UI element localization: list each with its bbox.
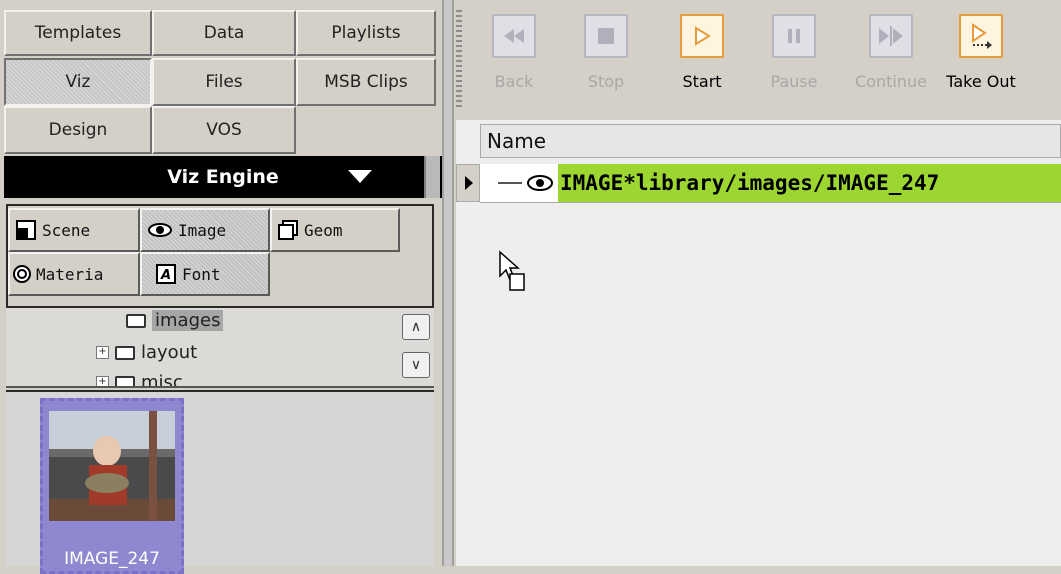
scroll-down-button[interactable]: ∨ <box>402 352 430 378</box>
table-row[interactable]: IMAGE*library/images/IMAGE_247 <box>480 164 1061 203</box>
svg-text:A: A <box>160 268 171 283</box>
row-selector-arrow-icon[interactable] <box>456 164 480 202</box>
tab-label: MSB Clips <box>324 72 408 92</box>
thumbnail-label: IMAGE_247 <box>64 549 160 569</box>
playout-toolbar: Back Stop Start Pause Continue Take Out <box>456 0 1061 120</box>
column-header-name[interactable]: Name <box>480 124 1061 158</box>
folder-icon <box>126 313 146 328</box>
tab-msb-clips[interactable]: MSB Clips <box>296 58 436 106</box>
chevron-up-icon: ∧ <box>410 319 422 335</box>
tab-label: Templates <box>34 23 122 43</box>
tab-files[interactable]: Files <box>152 58 296 106</box>
tab-templates[interactable]: Templates <box>4 10 152 56</box>
photo-graphic <box>49 411 175 521</box>
subtab-font[interactable]: A Font <box>140 252 270 296</box>
subtab-material[interactable]: Materia <box>8 252 140 296</box>
expand-icon[interactable]: + <box>96 376 109 386</box>
tab-playlists[interactable]: Playlists <box>296 10 436 56</box>
back-button[interactable]: Back <box>482 14 546 91</box>
folder-icon <box>115 345 135 360</box>
stop-icon <box>584 14 628 58</box>
row-name-cell: IMAGE*library/images/IMAGE_247 <box>560 171 940 195</box>
expand-icon[interactable]: + <box>96 346 109 359</box>
tab-design[interactable]: Design <box>4 106 152 154</box>
eye-icon <box>527 175 553 191</box>
geom-icon <box>278 220 298 240</box>
scroll-up-button[interactable]: ∧ <box>402 314 430 340</box>
start-label: Start <box>682 72 722 91</box>
take-out-icon <box>959 14 1003 58</box>
stop-label: Stop <box>587 72 625 91</box>
tree-item-layout[interactable]: + layout <box>96 342 197 363</box>
resource-subtabs: Scene Image Geom Materia A Font <box>6 204 434 308</box>
toolbar-grip[interactable] <box>456 10 462 110</box>
dropdown-arrow-icon <box>348 170 372 183</box>
tab-label: VOS <box>206 120 242 140</box>
start-button[interactable]: Start <box>670 14 734 91</box>
tab-label: Playlists <box>331 23 401 43</box>
subtab-geom[interactable]: Geom <box>270 208 400 252</box>
tab-label: Files <box>205 72 243 92</box>
tab-label: Design <box>48 120 108 140</box>
column-header-label: Name <box>487 129 547 153</box>
engine-selector[interactable]: Viz Engine <box>4 156 442 198</box>
pause-icon <box>772 14 816 58</box>
engine-scroll-knob <box>424 156 440 198</box>
tree-item-label: images <box>152 310 224 331</box>
continue-icon <box>869 14 913 58</box>
tab-vos[interactable]: VOS <box>152 106 296 154</box>
engine-label: Viz Engine <box>167 166 279 188</box>
subtab-label: Geom <box>304 220 343 240</box>
tab-label: Data <box>203 23 245 43</box>
subtab-label: Scene <box>42 220 91 240</box>
tree-item-misc[interactable]: + misc <box>96 372 183 388</box>
playlist-table: Name IMAGE*library/images/IMAGE_247 <box>456 120 1061 566</box>
thumbnail-image <box>49 411 175 521</box>
rewind-icon <box>492 14 536 58</box>
pause-label: Pause <box>770 72 818 91</box>
tab-data[interactable]: Data <box>152 10 296 56</box>
subtab-image[interactable]: Image <box>140 208 270 252</box>
folder-tree: images + layout + misc ∧ ∨ <box>6 308 434 388</box>
take-out-button[interactable]: Take Out <box>938 14 1024 91</box>
take-out-label: Take Out <box>946 72 1016 91</box>
subtab-label: Image <box>178 220 227 240</box>
eye-icon <box>148 223 172 237</box>
panel-splitter[interactable] <box>442 0 454 566</box>
continue-button[interactable]: Continue <box>848 14 934 91</box>
material-icon <box>13 265 31 283</box>
tree-item-label: misc <box>141 372 183 388</box>
drag-cursor-icon <box>499 250 525 291</box>
tree-item-label: layout <box>141 342 198 363</box>
tree-item-images[interactable]: images <box>126 310 224 331</box>
tree-connector-line <box>498 182 522 184</box>
chevron-down-icon: ∨ <box>410 357 422 373</box>
back-label: Back <box>494 72 534 91</box>
subtab-label: Font <box>182 264 221 284</box>
subtab-scene[interactable]: Scene <box>8 208 140 252</box>
folder-icon <box>115 375 135 386</box>
scene-icon <box>16 220 36 240</box>
thumbnail-item[interactable]: IMAGE_247 <box>40 398 184 574</box>
font-icon: A <box>156 264 176 284</box>
play-icon <box>680 14 724 58</box>
pause-button[interactable]: Pause <box>762 14 826 91</box>
subtab-label: Materia <box>36 264 104 284</box>
tab-viz[interactable]: Viz <box>4 58 152 106</box>
continue-label: Continue <box>855 72 927 91</box>
tab-label: Viz <box>65 72 91 92</box>
stop-button[interactable]: Stop <box>574 14 638 91</box>
thumbnail-area: IMAGE_247 <box>6 390 434 574</box>
